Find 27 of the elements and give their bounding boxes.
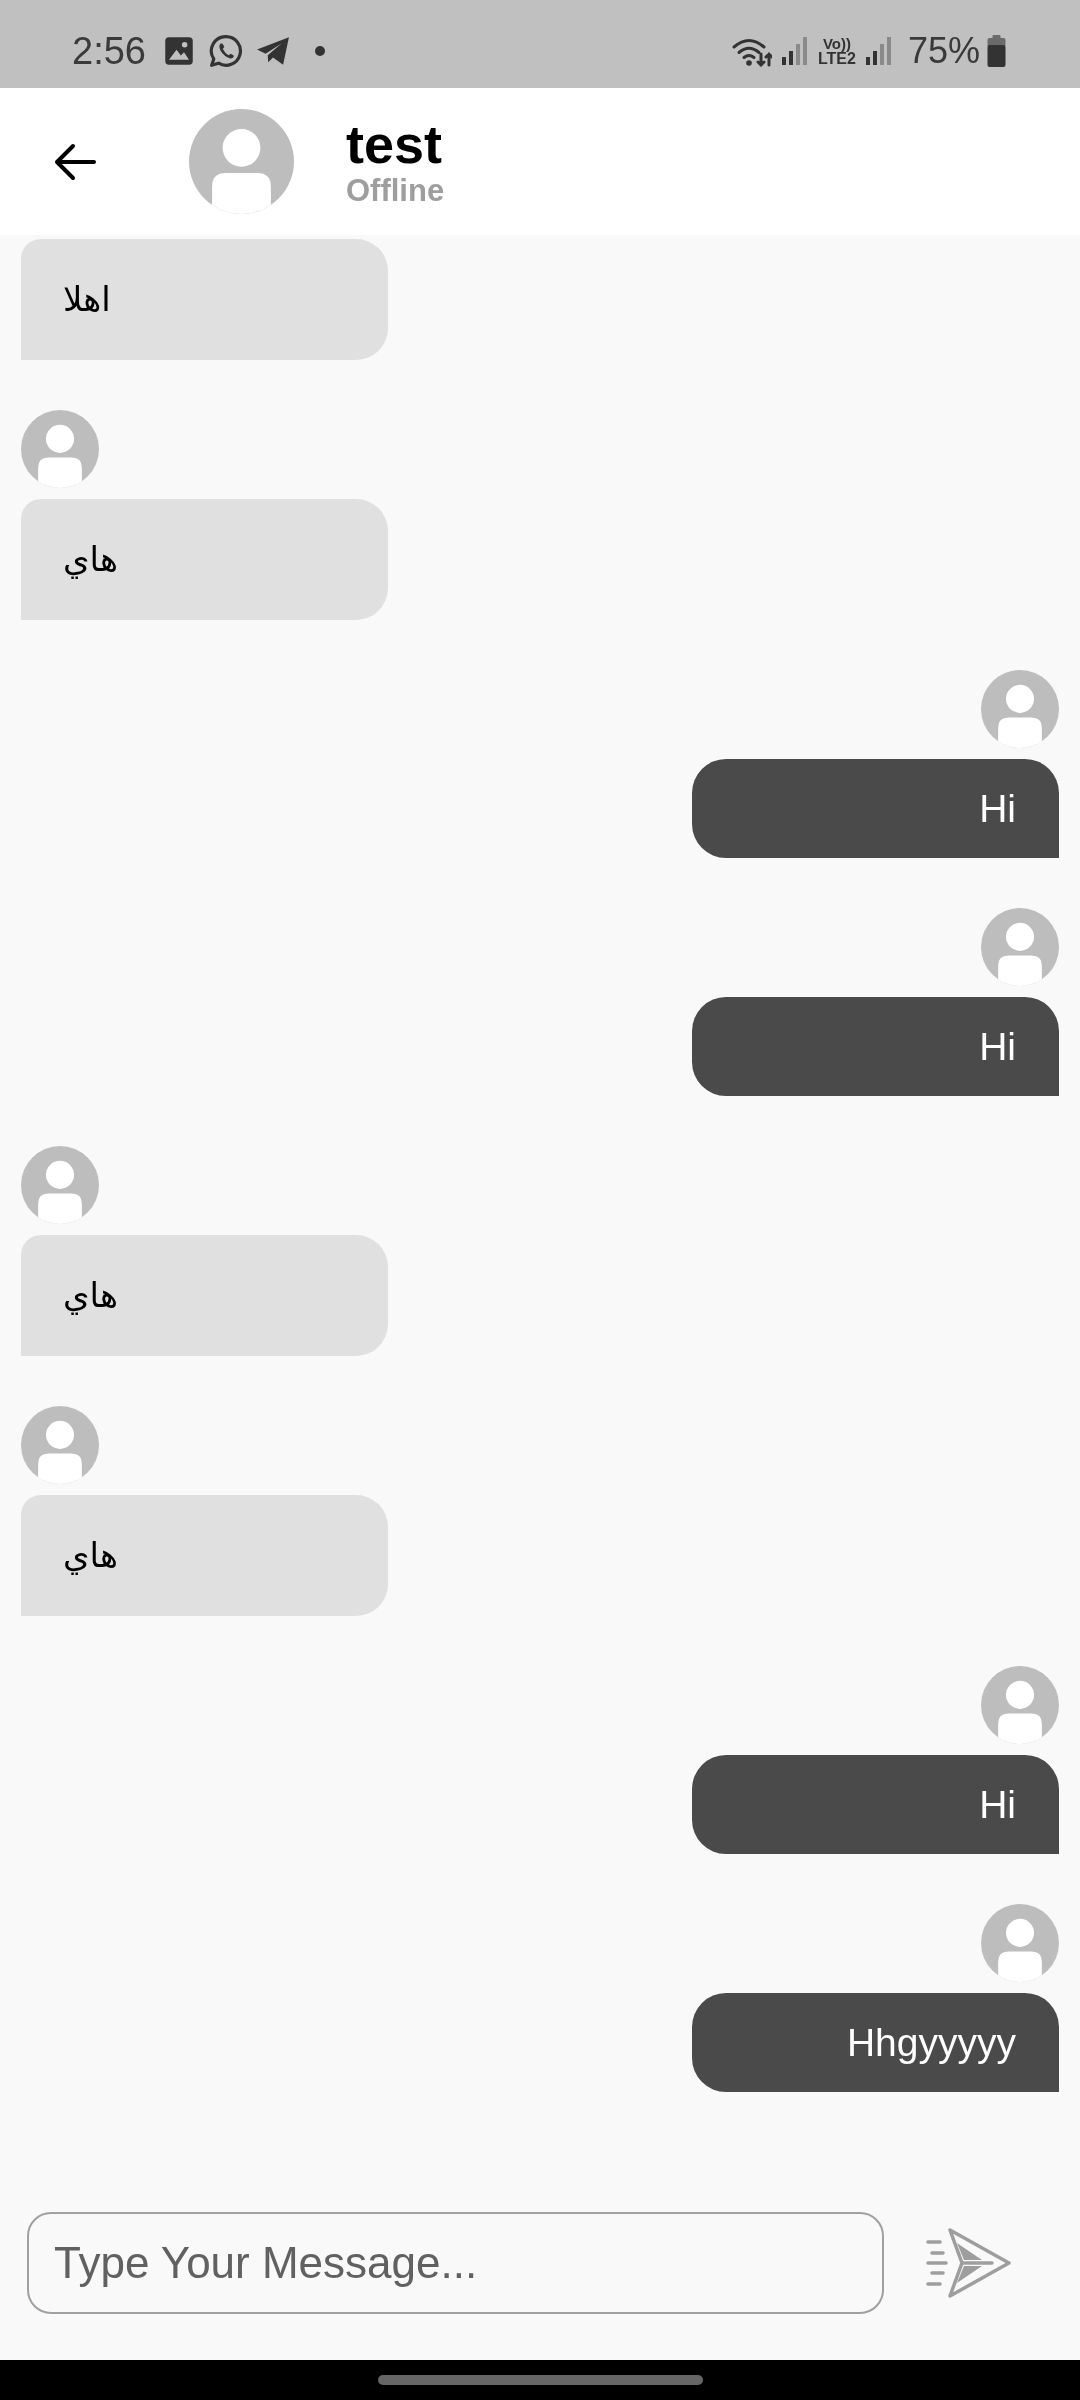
message-bubble: اهلا [21, 239, 388, 360]
contact-status: Offline [346, 172, 445, 209]
message-bubble: هاي [21, 1495, 388, 1616]
message-bubble: Hi [692, 1755, 1059, 1854]
message-bubble: Hi [692, 759, 1059, 858]
dot-icon [314, 46, 325, 56]
paper-plane-icon [255, 36, 290, 66]
back-arrow-icon [52, 141, 96, 182]
send-button[interactable] [926, 2227, 1012, 2299]
contact-name: test [346, 114, 444, 173]
message-bubble: هاي [21, 1235, 388, 1356]
phone-chat-icon [208, 34, 243, 68]
gallery-icon [163, 36, 194, 66]
signal-icon [782, 37, 808, 65]
send-icon [926, 2227, 1012, 2299]
back-button[interactable] [52, 141, 96, 182]
message-bubble: Hi [692, 997, 1059, 1096]
message-bubble: هاي [21, 499, 388, 620]
message-bubble: Hhgyyyyy [692, 1993, 1059, 2092]
message-input[interactable]: Type Your Message... [27, 2212, 884, 2314]
battery-percent: 75% [907, 33, 980, 69]
network-type-label: LTE2 [818, 50, 856, 67]
status-time: 2:56 [72, 32, 146, 70]
signal-icon [865, 37, 892, 65]
avatar-icon [189, 109, 294, 214]
volte-label: Vo)) [822, 35, 851, 51]
battery-icon [986, 35, 1007, 67]
